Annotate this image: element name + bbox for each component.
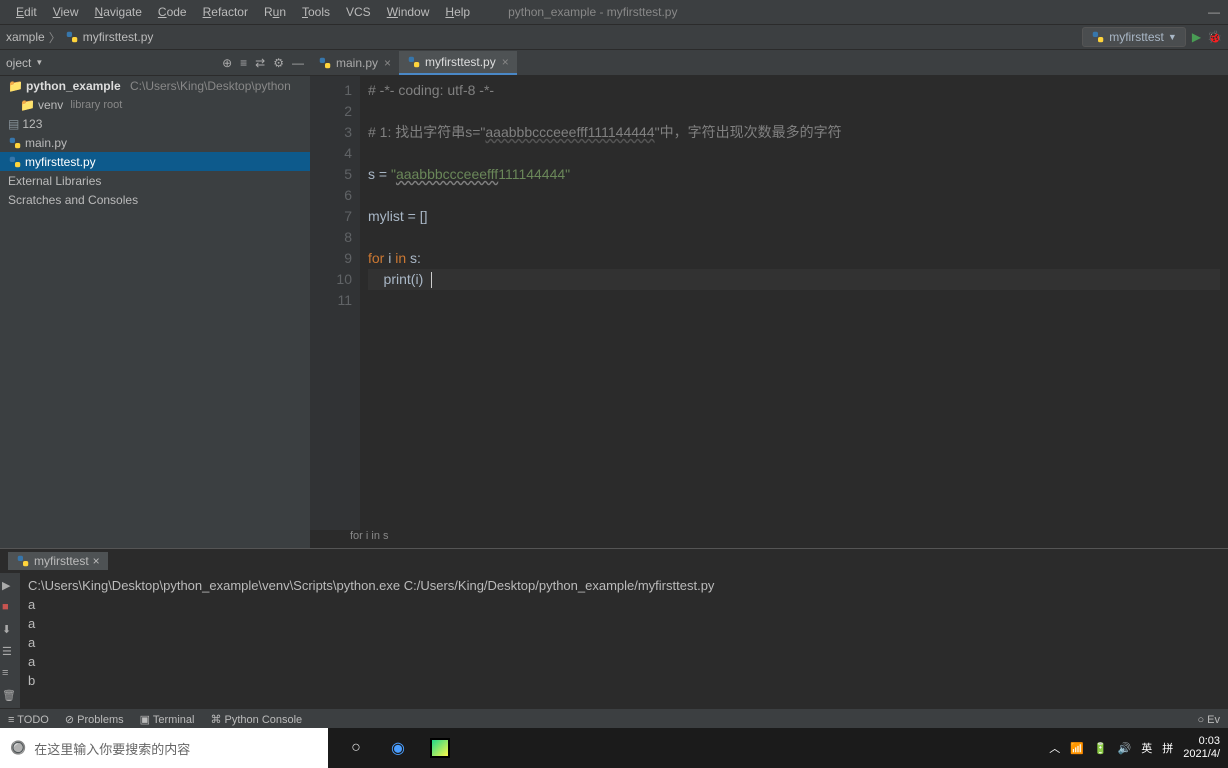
folder-icon: 📁: [20, 98, 35, 112]
run-config-selector[interactable]: myfirsttest ▼: [1082, 27, 1186, 47]
run-toolbar: ▶ ■ ⬇ ☰ ≡ 🗑: [0, 573, 20, 708]
close-icon[interactable]: ×: [93, 554, 100, 568]
close-icon[interactable]: ×: [384, 56, 391, 70]
python-file-icon: [8, 136, 22, 150]
project-sidebar: oject ▼ ⊕ ≡ ⇄ ⚙ — 📁python_example C:\User…: [0, 50, 310, 548]
menu-run[interactable]: Run: [256, 3, 294, 21]
code-area[interactable]: 123 456 789 1011 # -*- coding: utf-8 -*-…: [310, 76, 1228, 530]
pycharm-taskbar-icon[interactable]: [428, 736, 452, 760]
chevron-down-icon[interactable]: ▼: [35, 58, 43, 67]
wifi-icon[interactable]: 📶: [1070, 742, 1084, 755]
rerun-icon[interactable]: ▶: [2, 579, 18, 595]
volume-icon[interactable]: 🔊: [1118, 742, 1132, 755]
tool-pyconsole[interactable]: ⌘ Python Console: [210, 713, 302, 726]
tray-chevron-icon[interactable]: ︿: [1049, 740, 1060, 756]
project-panel-header: oject ▼ ⊕ ≡ ⇄ ⚙ —: [0, 50, 310, 76]
window-title: python_example - myfirsttest.py: [508, 5, 677, 19]
run-config-label: myfirsttest: [1109, 30, 1164, 44]
ime-lang[interactable]: 英: [1141, 740, 1152, 756]
trash-icon[interactable]: 🗑: [2, 689, 18, 705]
locate-icon[interactable]: ⊕: [222, 56, 232, 70]
project-root[interactable]: 📁python_example C:\Users\King\Desktop\py…: [0, 76, 310, 95]
code-content[interactable]: # -*- coding: utf-8 -*- # 1: 找出字符串s="aaa…: [360, 76, 1228, 530]
python-file-icon: [65, 30, 79, 44]
menu-navigate[interactable]: Navigate: [87, 3, 150, 21]
menu-edit[interactable]: Edit: [8, 3, 45, 21]
menu-code[interactable]: Code: [150, 3, 195, 21]
python-file-icon: [318, 56, 332, 70]
battery-icon[interactable]: 🔋: [1094, 742, 1108, 755]
menu-tools[interactable]: Tools: [294, 3, 338, 21]
panel-title[interactable]: oject: [6, 56, 31, 70]
debug-button[interactable]: 🐞: [1207, 30, 1222, 44]
run-button[interactable]: ▶: [1192, 30, 1201, 44]
layout-icon[interactable]: ☰: [2, 645, 18, 661]
navigation-bar: xample 〉 myfirsttest.py myfirsttest ▼ ▶ …: [0, 25, 1228, 50]
run-panel: myfirsttest × ▶ ■ ⬇ ☰ ≡ 🗑 C:\Users\King\…: [0, 548, 1228, 708]
console-output[interactable]: C:\Users\King\Desktop\python_example\ven…: [20, 573, 1228, 708]
hide-icon[interactable]: —: [292, 56, 304, 70]
down-icon[interactable]: ⬇: [2, 623, 18, 639]
collapse-icon[interactable]: ≡: [240, 56, 247, 70]
breadcrumb-file[interactable]: myfirsttest.py: [83, 30, 154, 44]
folder-icon: 📁: [8, 79, 23, 93]
expand-icon[interactable]: ⇄: [255, 56, 265, 70]
close-icon[interactable]: ×: [502, 55, 509, 69]
run-tab[interactable]: myfirsttest ×: [8, 552, 108, 570]
windows-search[interactable]: 🔘在这里输入你要搜索的内容: [0, 728, 328, 768]
python-icon: [16, 554, 30, 568]
chevron-down-icon: ▼: [1168, 32, 1177, 42]
stop-icon[interactable]: ■: [2, 601, 18, 617]
editor-tabs: main.py× myfirsttest.py×: [310, 50, 1228, 76]
run-panel-header: myfirsttest ×: [0, 549, 1228, 573]
python-file-icon: [407, 55, 421, 69]
filter-icon[interactable]: ≡: [2, 667, 18, 683]
clock-time[interactable]: 0:03: [1183, 735, 1220, 748]
python-file-icon: [8, 155, 22, 169]
windows-taskbar: 🔘在这里输入你要搜索的内容 ○ ◉ ︿ 📶 🔋 🔊 英 拼 0:03 2021/…: [0, 728, 1228, 768]
venv-folder[interactable]: 📁venvlibrary root: [0, 95, 310, 114]
scratches[interactable]: Scratches and Consoles: [0, 190, 310, 209]
tool-window-bar: ≡ TODO ⊘ Problems ▣ Terminal ⌘ Python Co…: [0, 708, 1228, 730]
breadcrumb-item[interactable]: xample: [6, 30, 45, 44]
editor-breadcrumb[interactable]: for i in s: [310, 530, 1228, 548]
tab-myfirsttest[interactable]: myfirsttest.py×: [399, 51, 517, 75]
tool-todo[interactable]: ≡ TODO: [8, 714, 49, 726]
breadcrumb-sep: 〉: [49, 29, 61, 46]
search-icon: 🔘: [10, 740, 26, 756]
menu-help[interactable]: Help: [437, 3, 478, 21]
tool-terminal[interactable]: ▣ Terminal: [140, 713, 195, 726]
file-icon: ▤: [8, 117, 19, 131]
browser-icon[interactable]: ◉: [386, 736, 410, 760]
folder-item[interactable]: ▤123: [0, 114, 310, 133]
cortana-icon[interactable]: ○: [344, 736, 368, 760]
text-cursor: [431, 272, 432, 288]
menubar: Edit View Navigate Code Refactor Run Too…: [0, 0, 1228, 25]
tab-main[interactable]: main.py×: [310, 51, 399, 75]
file-main[interactable]: main.py: [0, 133, 310, 152]
gear-icon[interactable]: ⚙: [273, 56, 284, 70]
external-libraries[interactable]: External Libraries: [0, 171, 310, 190]
system-tray: ︿ 📶 🔋 🔊 英 拼 0:03 2021/4/: [1041, 735, 1228, 761]
menu-window[interactable]: Window: [379, 3, 438, 21]
clock-date[interactable]: 2021/4/: [1183, 748, 1220, 761]
menu-vcs[interactable]: VCS: [338, 3, 379, 21]
gutter: 123 456 789 1011: [310, 76, 360, 530]
python-icon: [1091, 30, 1105, 44]
project-tree[interactable]: 📁python_example C:\Users\King\Desktop\py…: [0, 76, 310, 209]
editor: main.py× myfirsttest.py× 123 456 789 101…: [310, 50, 1228, 548]
minimize-button[interactable]: —: [1208, 5, 1220, 19]
menu-refactor[interactable]: Refactor: [195, 3, 256, 21]
ime-mode[interactable]: 拼: [1162, 740, 1173, 756]
tool-eventlog[interactable]: ○ Ev: [1197, 714, 1220, 726]
menu-view[interactable]: View: [45, 3, 87, 21]
file-myfirsttest[interactable]: myfirsttest.py: [0, 152, 310, 171]
tool-problems[interactable]: ⊘ Problems: [65, 713, 124, 726]
